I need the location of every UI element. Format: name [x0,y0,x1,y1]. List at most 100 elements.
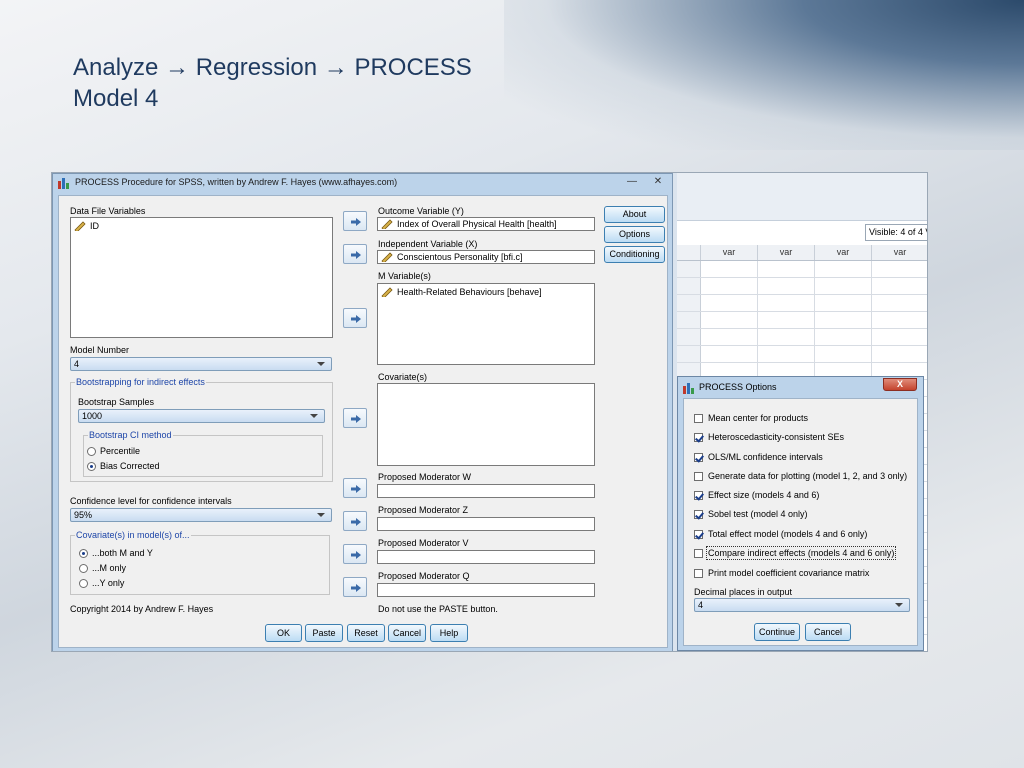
arrow-right-icon [351,551,361,559]
grid-cell[interactable] [872,312,927,328]
reset-button[interactable]: Reset [347,624,385,642]
independent-variable-field[interactable]: Conscientous Personality [bfi.c] [377,250,595,264]
grid-column-header[interactable]: var [815,245,872,260]
move-to-m-variables-button[interactable] [343,308,367,328]
checkbox[interactable] [694,529,703,539]
decimal-places-select[interactable]: 4 [694,598,910,612]
grid-cell[interactable] [701,278,758,294]
checkbox[interactable] [694,432,703,442]
covariate-y-only-radio[interactable]: ...Y only [79,578,124,588]
grid-column-header[interactable]: var [701,245,758,260]
model-number-select[interactable]: 4 [70,357,332,371]
close-icon[interactable]: X [883,378,917,391]
option-ols-ci[interactable]: OLS/ML confidence intervals [694,452,823,462]
option-sobel-test[interactable]: Sobel test (model 4 only) [694,509,808,519]
minimize-icon[interactable]: — [621,175,643,189]
grid-cell[interactable] [872,346,927,362]
decimal-places-value: 4 [698,600,704,610]
checkbox[interactable] [694,509,703,519]
radio-button[interactable] [87,446,96,456]
grid-cell[interactable] [701,295,758,311]
move-to-moderator-v-button[interactable] [343,544,367,564]
conditioning-button[interactable]: Conditioning [604,246,665,263]
checkbox[interactable] [694,471,703,481]
grid-column-header[interactable]: var [872,245,927,260]
move-to-covariates-button[interactable] [343,408,367,428]
checkbox[interactable] [694,490,703,500]
scale-variable-icon [74,221,86,231]
grid-cell[interactable] [872,278,927,294]
move-to-independent-button[interactable] [343,244,367,264]
option-compare-indirect[interactable]: Compare indirect effects (models 4 and 6… [694,546,897,560]
option-hc-ses[interactable]: Heteroscedasticity-consistent SEs [694,432,844,442]
cancel-button[interactable]: Cancel [388,624,426,642]
radio-button[interactable] [87,461,96,471]
list-item[interactable]: Health-Related Behaviours [behave] [381,287,542,297]
radio-button[interactable] [79,563,88,573]
options-button[interactable]: Options [604,226,665,243]
moderator-q-field[interactable] [377,583,595,597]
grid-cell[interactable] [815,261,872,277]
confidence-level-select[interactable]: 95% [70,508,332,522]
checkbox[interactable] [694,413,703,423]
covariate-m-only-radio[interactable]: ...M only [79,563,126,573]
grid-cell[interactable] [758,278,815,294]
covariate-both-radio[interactable]: ...both M and Y [79,548,153,558]
grid-cell[interactable] [758,346,815,362]
continue-button[interactable]: Continue [754,623,800,641]
option-generate-plot-data[interactable]: Generate data for plotting (model 1, 2, … [694,471,907,481]
options-cancel-button[interactable]: Cancel [805,623,851,641]
grid-cell[interactable] [701,329,758,345]
moderator-z-field[interactable] [377,517,595,531]
help-button[interactable]: Help [430,624,468,642]
moderator-w-field[interactable] [377,484,595,498]
grid-cell[interactable] [701,261,758,277]
option-total-effect[interactable]: Total effect model (models 4 and 6 only) [694,529,867,539]
slide-title-line-2: Model 4 [73,85,159,112]
covariates-list[interactable] [377,383,595,466]
list-item[interactable]: ID [74,221,99,231]
data-file-variables-list[interactable]: ID [70,217,333,338]
m-variables-list[interactable]: Health-Related Behaviours [behave] [377,283,595,365]
ci-bias-corrected-radio[interactable]: Bias Corrected [87,461,160,471]
grid-cell[interactable] [758,295,815,311]
moderator-q-label: Proposed Moderator Q [378,571,470,581]
move-to-moderator-w-button[interactable] [343,478,367,498]
outcome-variable-field[interactable]: Index of Overall Physical Health [health… [377,217,595,231]
grid-cell[interactable] [701,346,758,362]
grid-cell[interactable] [815,278,872,294]
grid-cell[interactable] [872,261,927,277]
option-effect-size[interactable]: Effect size (models 4 and 6) [694,490,819,500]
radio-button[interactable] [79,548,88,558]
grid-cell[interactable] [815,312,872,328]
option-mean-center[interactable]: Mean center for products [694,413,808,423]
checkbox[interactable] [694,452,703,462]
grid-cell[interactable] [758,312,815,328]
move-to-moderator-q-button[interactable] [343,577,367,597]
process-dialog-titlebar: PROCESS Procedure for SPSS, written by A… [53,174,672,193]
about-button[interactable]: About [604,206,665,223]
ok-button[interactable]: OK [265,624,302,642]
grid-cell[interactable] [872,329,927,345]
grid-cell[interactable] [872,295,927,311]
ci-percentile-radio[interactable]: Percentile [87,446,140,456]
paste-button[interactable]: Paste [305,624,343,642]
grid-cell[interactable] [758,261,815,277]
moderator-v-field[interactable] [377,550,595,564]
grid-cell[interactable] [815,346,872,362]
checkbox[interactable] [694,548,703,558]
m-variable-name: Health-Related Behaviours [behave] [397,287,542,297]
option-print-covariance[interactable]: Print model coefficient covariance matri… [694,568,869,578]
grid-cell[interactable] [815,329,872,345]
grid-column-header[interactable]: var [758,245,815,260]
close-icon[interactable]: ✕ [647,175,669,189]
bootstrap-samples-select[interactable]: 1000 [78,409,325,423]
option-label: OLS/ML confidence intervals [708,452,823,462]
grid-cell[interactable] [815,295,872,311]
move-to-moderator-z-button[interactable] [343,511,367,531]
checkbox[interactable] [694,568,703,578]
grid-cell[interactable] [758,329,815,345]
move-to-outcome-button[interactable] [343,211,367,231]
radio-button[interactable] [79,578,88,588]
grid-cell[interactable] [701,312,758,328]
